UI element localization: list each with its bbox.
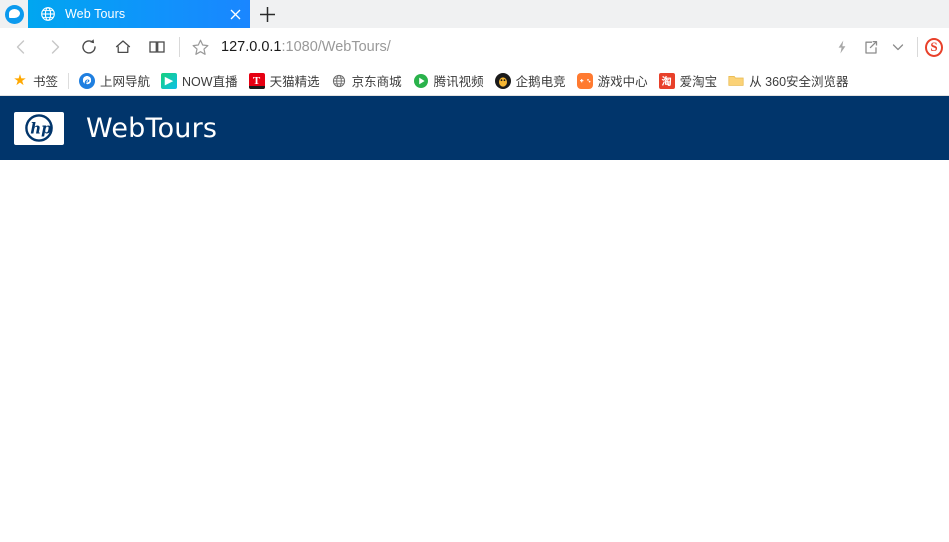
bookmarks-bar: ★ 书签 e 上网导航 ▶ NOW直播 T 天猫精选 京东商城 腾讯视频 企鹅电…	[0, 66, 949, 96]
browser-window: Web Tours 127.0.0.1:1080/WebTours/ S ★ 书…	[0, 0, 949, 542]
hp-logo-icon: hp	[14, 111, 64, 145]
penguin-esports-icon	[494, 72, 511, 89]
bookmark-label: 爱淘宝	[679, 75, 718, 89]
bookmark-item-game-center[interactable]: 游戏中心	[573, 69, 655, 93]
bookmark-label: 从 360安全浏览器	[749, 75, 849, 89]
page-title: WebTours	[86, 112, 218, 144]
bookmark-item-jd[interactable]: 京东商城	[327, 69, 409, 93]
bookmark-item-penguin-esports[interactable]: 企鹅电竞	[491, 69, 573, 93]
toolbar-divider-right	[917, 37, 918, 57]
bookmark-label: 企鹅电竞	[515, 75, 566, 89]
e-browser-icon: e	[79, 72, 96, 89]
navigation-toolbar: 127.0.0.1:1080/WebTours/ S	[0, 28, 949, 66]
bookmarks-divider	[68, 72, 70, 89]
reload-icon[interactable]	[72, 30, 106, 64]
back-arrow-icon[interactable]	[4, 30, 38, 64]
bookmark-label: NOW直播	[182, 75, 238, 89]
bookmark-item-taobao[interactable]: 淘 爱淘宝	[655, 69, 725, 93]
bookmark-label: 京东商城	[351, 75, 402, 89]
share-export-icon[interactable]	[856, 30, 884, 64]
bookmark-item-tencent-video[interactable]: 腾讯视频	[409, 69, 491, 93]
bookmark-label: 天猫精选	[269, 75, 320, 89]
bookmark-folder-360[interactable]: 从 360安全浏览器	[724, 69, 855, 93]
bookmark-label: 游戏中心	[597, 75, 648, 89]
bookmark-label: 书签	[33, 75, 59, 89]
url-text: 127.0.0.1:1080/WebTours/	[221, 39, 391, 55]
lightning-bolt-icon[interactable]	[828, 30, 856, 64]
tab-web-tours[interactable]: Web Tours	[28, 0, 250, 28]
tab-strip-empty-area	[284, 0, 949, 28]
now-live-icon: ▶	[161, 72, 178, 89]
bookmark-label: 腾讯视频	[433, 75, 484, 89]
book-reading-mode-icon[interactable]	[140, 30, 174, 64]
bookmark-label: 上网导航	[100, 75, 151, 89]
globe-icon	[40, 6, 56, 22]
tencent-video-play-icon	[412, 72, 429, 89]
star-icon: ★	[13, 72, 27, 89]
page-content-body	[0, 160, 949, 542]
bookmark-item-tmall[interactable]: T 天猫精选	[245, 69, 327, 93]
bookmark-item-now-live[interactable]: ▶ NOW直播	[157, 69, 245, 93]
new-tab-button[interactable]	[250, 0, 284, 28]
address-bar[interactable]: 127.0.0.1:1080/WebTours/	[215, 30, 828, 64]
bookmark-star-icon[interactable]	[185, 30, 215, 64]
url-path: :1080/WebTours/	[281, 39, 391, 55]
svg-text:hp: hp	[30, 120, 52, 138]
close-icon[interactable]	[224, 0, 246, 28]
security-shield-badge[interactable]: S	[923, 30, 943, 64]
globe-icon	[331, 73, 347, 89]
page-viewport: hp WebTours	[0, 96, 949, 542]
url-host: 127.0.0.1	[221, 39, 282, 55]
taobao-icon: 淘	[658, 72, 675, 89]
toolbar-divider	[179, 37, 180, 57]
hp-webtours-banner: hp WebTours	[0, 96, 949, 160]
home-icon[interactable]	[106, 30, 140, 64]
tab-title: Web Tours	[65, 7, 126, 21]
tab-strip: Web Tours	[0, 0, 949, 28]
chevron-down-icon[interactable]	[884, 30, 912, 64]
gamepad-icon	[576, 72, 593, 89]
toolbar-right-actions: S	[828, 30, 943, 64]
tmall-icon: T	[248, 72, 265, 89]
360-browser-logo-icon	[0, 0, 28, 28]
folder-icon	[728, 73, 744, 89]
bookmark-item-shangwang-daohang[interactable]: e 上网导航	[75, 69, 157, 93]
security-badge-letter: S	[925, 37, 943, 57]
forward-arrow-icon[interactable]	[38, 30, 72, 64]
bookmark-item-shuqian[interactable]: ★ 书签	[8, 69, 65, 93]
